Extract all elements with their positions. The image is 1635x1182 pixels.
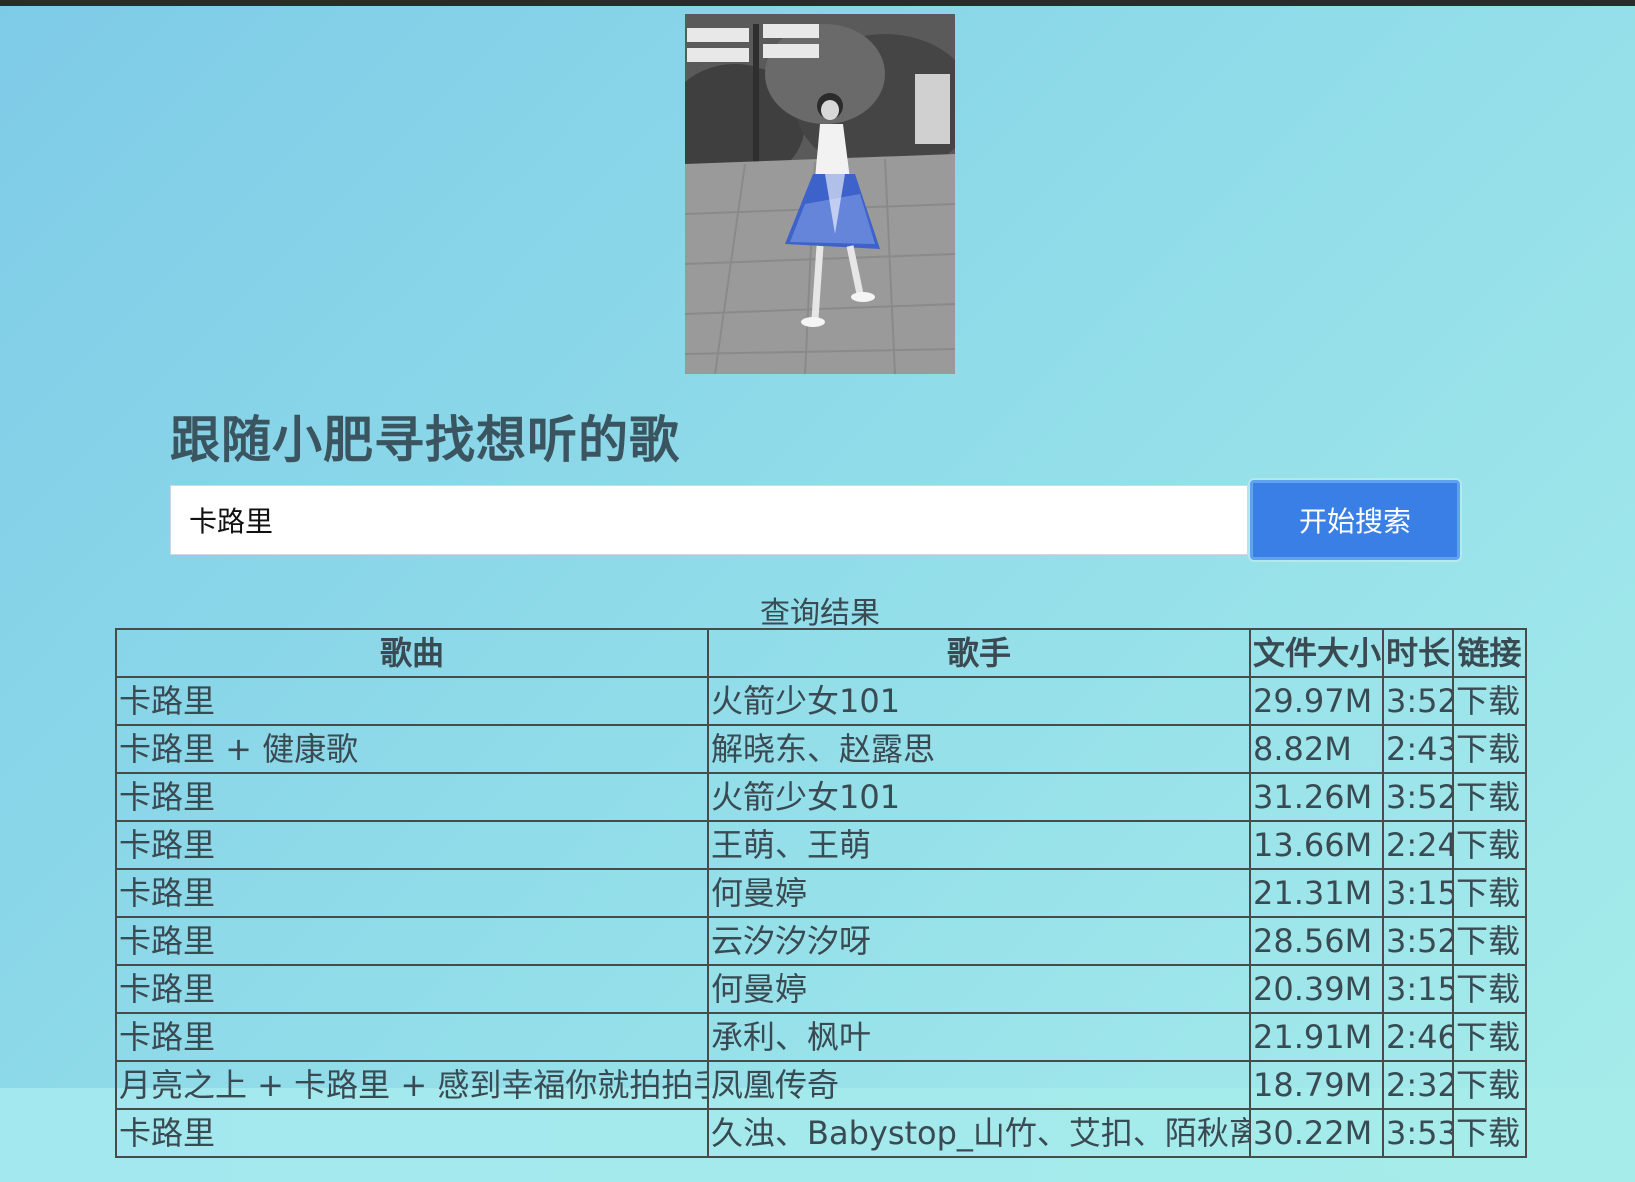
- song-cell: 卡路里: [115, 676, 709, 726]
- artist-cell: 火箭少女101: [707, 772, 1251, 822]
- duration-cell: 2:46: [1382, 1012, 1454, 1062]
- song-cell: 月亮之上 + 卡路里 + 感到幸福你就拍拍手: [115, 1060, 709, 1110]
- link-cell: 下载: [1452, 676, 1527, 726]
- size-cell: 28.56M: [1249, 916, 1384, 966]
- download-link[interactable]: 下载: [1456, 778, 1520, 816]
- size-cell: 30.22M: [1249, 1108, 1384, 1158]
- column-header-song: 歌曲: [115, 628, 709, 678]
- download-link[interactable]: 下载: [1456, 874, 1520, 912]
- size-cell: 21.31M: [1249, 868, 1384, 918]
- duration-cell: 3:52: [1382, 916, 1454, 966]
- table-row: 卡路里 王萌、王萌 13.66M 2:24 下载: [115, 820, 1527, 870]
- song-cell: 卡路里 + 健康歌: [115, 724, 709, 774]
- link-cell: 下载: [1452, 1060, 1527, 1110]
- song-cell: 卡路里: [115, 964, 709, 1014]
- size-cell: 21.91M: [1249, 1012, 1384, 1062]
- link-cell: 下载: [1452, 916, 1527, 966]
- column-header-link: 链接: [1452, 628, 1527, 678]
- download-link[interactable]: 下载: [1456, 922, 1520, 960]
- column-header-size: 文件大小: [1249, 628, 1384, 678]
- song-cell: 卡路里: [115, 1012, 709, 1062]
- link-cell: 下载: [1452, 724, 1527, 774]
- table-row: 月亮之上 + 卡路里 + 感到幸福你就拍拍手 凤凰传奇 18.79M 2:32 …: [115, 1060, 1527, 1110]
- size-cell: 8.82M: [1249, 724, 1384, 774]
- link-cell: 下载: [1452, 964, 1527, 1014]
- link-cell: 下载: [1452, 868, 1527, 918]
- table-row: 卡路里 + 健康歌 解晓东、赵露思 8.82M 2:43 下载: [115, 724, 1527, 774]
- song-cell: 卡路里: [115, 820, 709, 870]
- search-input[interactable]: [170, 485, 1248, 555]
- link-cell: 下载: [1452, 820, 1527, 870]
- size-cell: 18.79M: [1249, 1060, 1384, 1110]
- song-cell: 卡路里: [115, 772, 709, 822]
- artist-cell: 王萌、王萌: [707, 820, 1251, 870]
- duration-cell: 2:24: [1382, 820, 1454, 870]
- duration-cell: 3:52: [1382, 676, 1454, 726]
- download-link[interactable]: 下载: [1456, 970, 1520, 1008]
- artist-cell: 何曼婷: [707, 964, 1251, 1014]
- table-row: 卡路里 火箭少女101 29.97M 3:52 下载: [115, 676, 1527, 726]
- artist-cell: 久浊、Babystop_山竹、艾扣、陌秋离: [707, 1108, 1251, 1158]
- size-cell: 31.26M: [1249, 772, 1384, 822]
- duration-cell: 3:53: [1382, 1108, 1454, 1158]
- download-link[interactable]: 下载: [1456, 730, 1520, 768]
- column-header-duration: 时长: [1382, 628, 1454, 678]
- link-cell: 下载: [1452, 1012, 1527, 1062]
- artist-cell: 解晓东、赵露思: [707, 724, 1251, 774]
- download-link[interactable]: 下载: [1456, 1066, 1520, 1104]
- search-button[interactable]: 开始搜索: [1250, 480, 1460, 560]
- artist-cell: 承利、枫叶: [707, 1012, 1251, 1062]
- download-link[interactable]: 下载: [1456, 1018, 1520, 1056]
- window-top-strip: [0, 0, 1635, 6]
- size-cell: 20.39M: [1249, 964, 1384, 1014]
- duration-cell: 2:43: [1382, 724, 1454, 774]
- artist-cell: 凤凰传奇: [707, 1060, 1251, 1110]
- table-row: 卡路里 承利、枫叶 21.91M 2:46 下载: [115, 1012, 1527, 1062]
- size-cell: 29.97M: [1249, 676, 1384, 726]
- link-cell: 下载: [1452, 772, 1527, 822]
- header-photo: [685, 14, 955, 374]
- artist-cell: 火箭少女101: [707, 676, 1251, 726]
- song-cell: 卡路里: [115, 868, 709, 918]
- size-cell: 13.66M: [1249, 820, 1384, 870]
- table-row: 卡路里 火箭少女101 31.26M 3:52 下载: [115, 772, 1527, 822]
- download-link[interactable]: 下载: [1456, 682, 1520, 720]
- table-row: 卡路里 何曼婷 20.39M 3:15 下载: [115, 964, 1527, 1014]
- duration-cell: 2:32: [1382, 1060, 1454, 1110]
- results-table: 歌曲 歌手 文件大小 时长 链接 卡路里 火箭少女101 29.97M 3:52…: [115, 628, 1527, 1158]
- song-cell: 卡路里: [115, 916, 709, 966]
- table-row: 卡路里 久浊、Babystop_山竹、艾扣、陌秋离 30.22M 3:53 下载: [115, 1108, 1527, 1158]
- column-header-artist: 歌手: [707, 628, 1251, 678]
- table-header-row: 歌曲 歌手 文件大小 时长 链接: [115, 628, 1527, 678]
- page-title: 跟随小肥寻找想听的歌: [170, 411, 680, 469]
- download-link[interactable]: 下载: [1456, 826, 1520, 864]
- artist-cell: 云汐汐汐呀: [707, 916, 1251, 966]
- table-row: 卡路里 云汐汐汐呀 28.56M 3:52 下载: [115, 916, 1527, 966]
- link-cell: 下载: [1452, 1108, 1527, 1158]
- table-row: 卡路里 何曼婷 21.31M 3:15 下载: [115, 868, 1527, 918]
- results-caption: 查询结果: [760, 596, 880, 631]
- duration-cell: 3:15: [1382, 868, 1454, 918]
- song-cell: 卡路里: [115, 1108, 709, 1158]
- duration-cell: 3:15: [1382, 964, 1454, 1014]
- download-link[interactable]: 下载: [1456, 1114, 1520, 1152]
- artist-cell: 何曼婷: [707, 868, 1251, 918]
- duration-cell: 3:52: [1382, 772, 1454, 822]
